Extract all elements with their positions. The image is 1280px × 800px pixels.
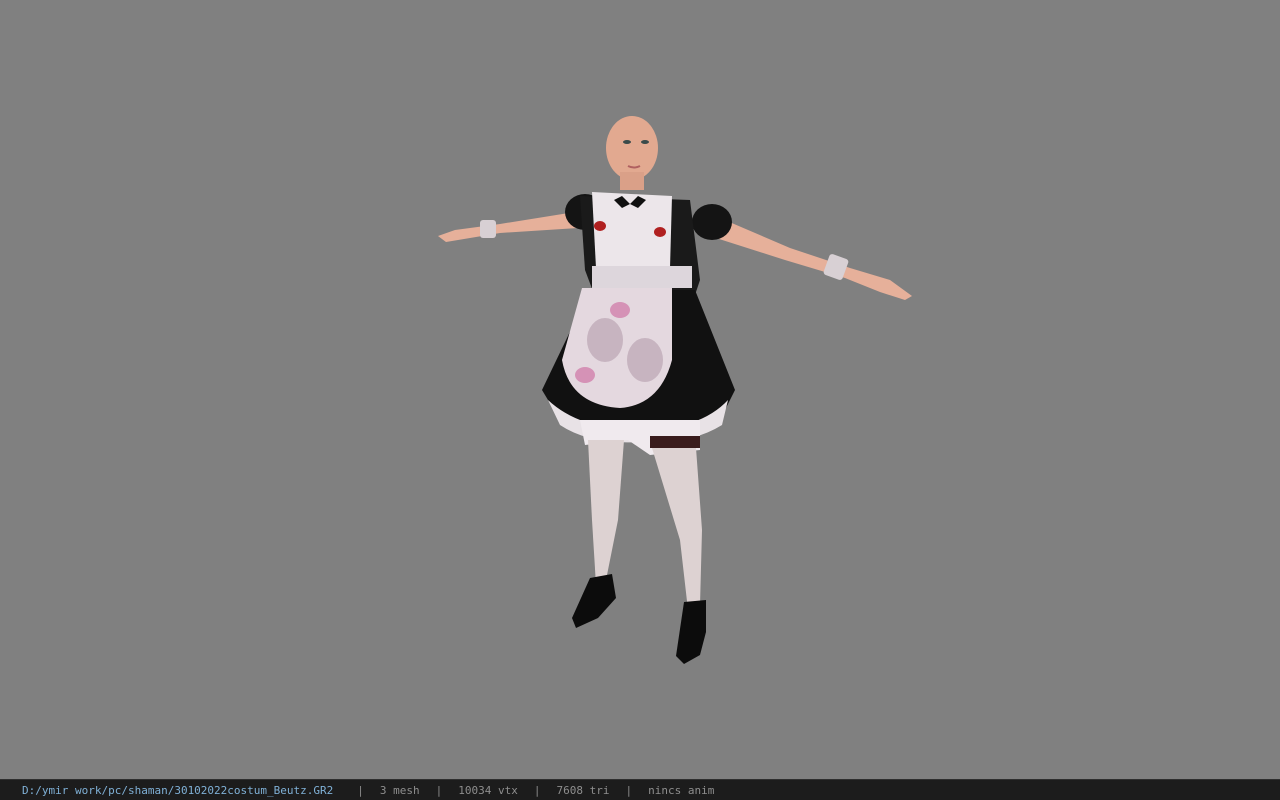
status-bar: D:/ymir work/pc/shaman/30102022costum_Be… (0, 779, 1280, 800)
vertex-count: 10034 vtx (458, 783, 518, 797)
left-leg (588, 440, 624, 585)
mesh-count: 3 mesh (379, 783, 420, 797)
left-arm (438, 212, 578, 242)
3d-viewport[interactable] (0, 0, 1280, 779)
triangle-count: 7608 tri (556, 783, 610, 797)
right-leg (652, 448, 702, 610)
animation-status: nincs anim (648, 783, 715, 797)
separator: | (625, 783, 633, 797)
left-wrist-cuff (480, 220, 496, 238)
separator: | (435, 783, 443, 797)
file-path: D:/ymir work/pc/shaman/30102022costum_Be… (22, 783, 334, 797)
separator: | (357, 783, 364, 797)
right-shoe (676, 600, 706, 664)
right-sleeve (692, 204, 732, 240)
head (606, 116, 658, 180)
character-model-icon[interactable] (0, 0, 1280, 779)
separator: | (533, 783, 541, 797)
left-shoe (572, 574, 616, 628)
right-arm (716, 218, 912, 300)
